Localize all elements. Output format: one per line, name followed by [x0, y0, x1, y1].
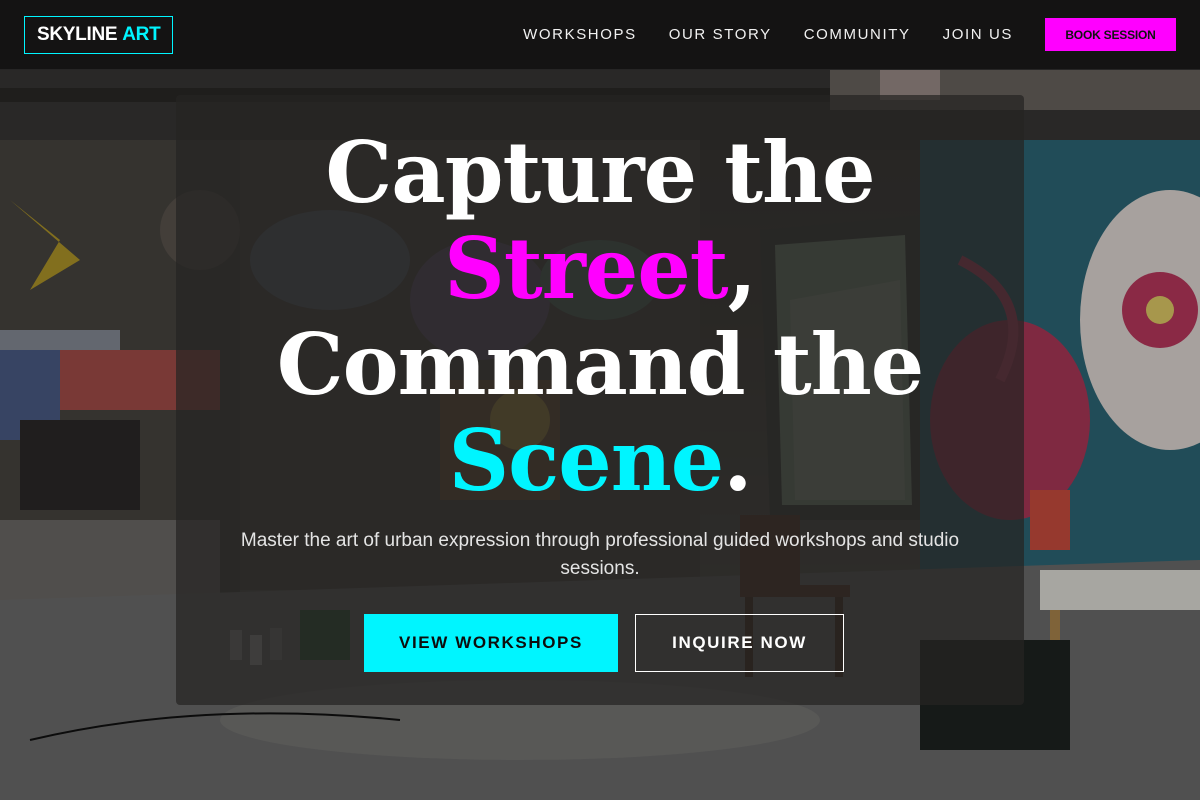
nav-link-our-story[interactable]: OUR STORY [669, 26, 772, 43]
headline-period: . [723, 411, 752, 510]
brand-logo[interactable]: SKYLINE ART [24, 15, 174, 54]
primary-nav: WORKSHOPS OUR STORY COMMUNITY JOIN US BO… [523, 18, 1176, 51]
hero-headline: Capture the Street, Command the Scene. [176, 125, 1024, 509]
book-session-button[interactable]: BOOK SESSION [1045, 18, 1176, 51]
view-workshops-button[interactable]: VIEW WORKSHOPS [364, 614, 618, 672]
top-navbar: SKYLINE ART WORKSHOPS OUR STORY COMMUNIT… [0, 0, 1200, 70]
nav-link-community[interactable]: COMMUNITY [804, 26, 911, 43]
brand-accent: ART [122, 23, 161, 45]
hero-cta-row: VIEW WORKSHOPS INQUIRE NOW [176, 614, 1024, 672]
headline-line-4: Scene. [176, 413, 1024, 509]
inquire-now-button[interactable]: INQUIRE NOW [635, 614, 844, 672]
headline-comma: , [727, 219, 757, 318]
headline-line-1: Capture the [325, 123, 875, 222]
headline-line-2: Street, [176, 221, 1024, 317]
nav-link-workshops[interactable]: WORKSHOPS [523, 26, 637, 43]
headline-scene: Scene [448, 411, 724, 510]
nav-link-join-us[interactable]: JOIN US [943, 26, 1013, 43]
brand-name: SKYLINE [37, 23, 118, 45]
hero-card: Capture the Street, Command the Scene. M… [176, 95, 1024, 705]
headline-line-3: Command the [276, 315, 924, 414]
headline-street: Street [444, 219, 728, 318]
hero-subcopy: Master the art of urban expression throu… [240, 530, 960, 579]
